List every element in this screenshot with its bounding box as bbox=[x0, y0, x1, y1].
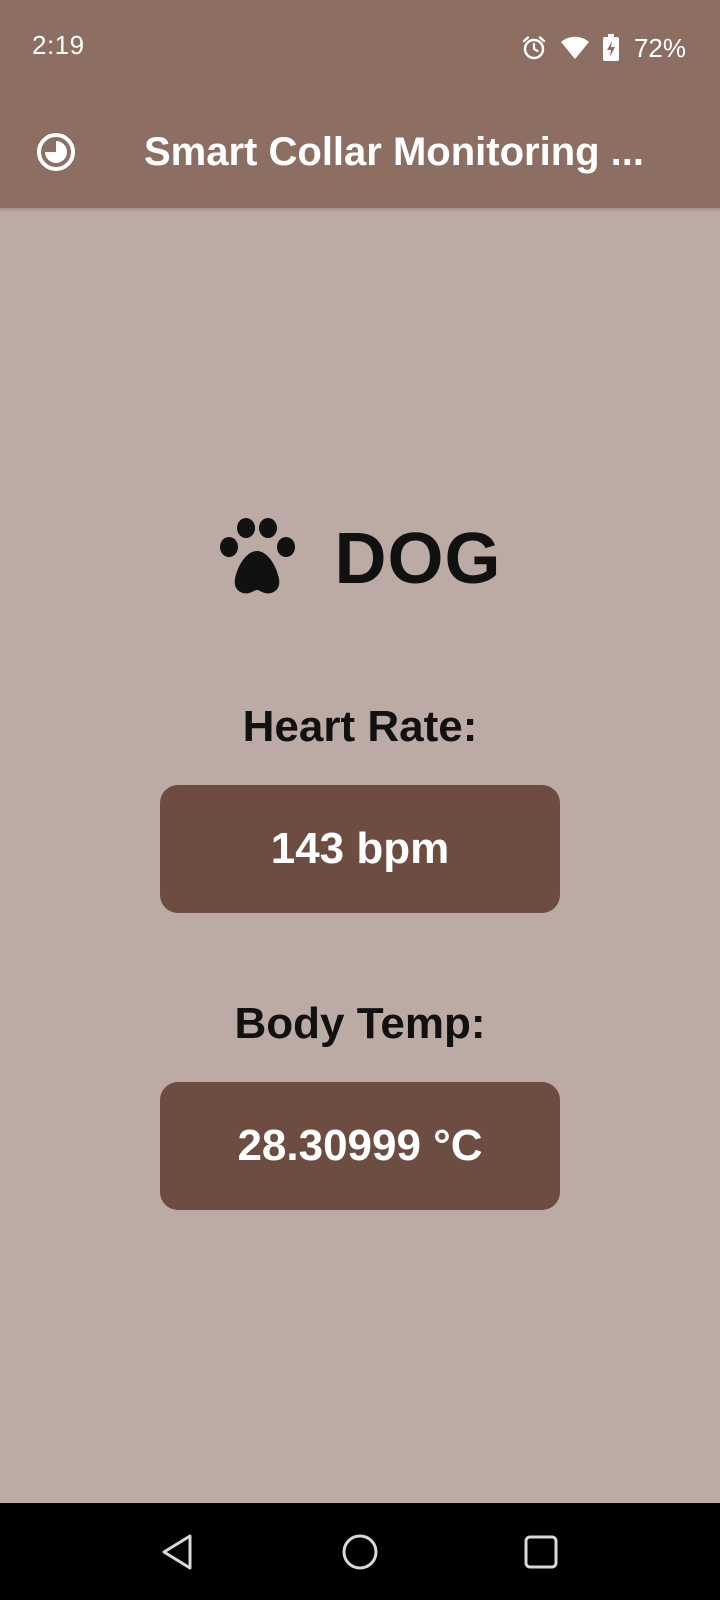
body-temp-value: 28.30999 °C bbox=[237, 1121, 483, 1170]
navigation-bar bbox=[0, 1503, 720, 1600]
paw-icon bbox=[218, 517, 306, 602]
status-bar: 2:19 72% bbox=[0, 0, 720, 96]
pet-name: DOG bbox=[334, 519, 502, 599]
pet-header: DOG bbox=[0, 514, 720, 604]
back-icon[interactable] bbox=[155, 1529, 201, 1575]
heart-rate-value-box: 143 bpm bbox=[160, 785, 560, 913]
recents-icon[interactable] bbox=[518, 1529, 564, 1575]
status-time: 2:19 bbox=[32, 30, 85, 60]
theme-toggle-icon[interactable] bbox=[34, 130, 78, 174]
status-icons: 72% bbox=[520, 30, 686, 66]
battery-charging-icon bbox=[602, 34, 620, 62]
app-bar: Smart Collar Monitoring ... bbox=[0, 96, 720, 208]
app-title: Smart Collar Monitoring ... bbox=[144, 130, 645, 174]
battery-percent: 72% bbox=[633, 32, 686, 63]
heart-rate-label: Heart Rate: bbox=[242, 702, 478, 751]
home-icon[interactable] bbox=[337, 1529, 383, 1575]
body-temp-value-box: 28.30999 °C bbox=[160, 1082, 560, 1210]
wifi-icon bbox=[560, 35, 590, 61]
main-content: DOG Heart Rate: 143 bpm Body Temp: 28.30… bbox=[0, 208, 720, 1503]
heart-rate-value: 143 bpm bbox=[270, 824, 450, 873]
alarm-icon bbox=[520, 34, 548, 62]
body-temp-label: Body Temp: bbox=[234, 999, 486, 1048]
